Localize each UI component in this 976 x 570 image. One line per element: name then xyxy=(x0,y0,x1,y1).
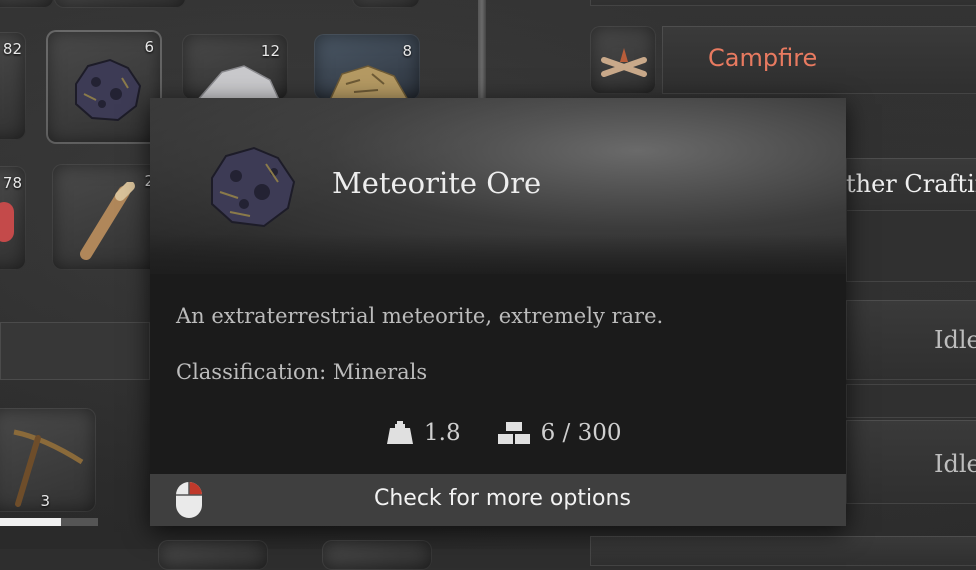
inventory-slot-partial[interactable] xyxy=(0,0,54,8)
inventory-slot-meteorite[interactable]: 6 xyxy=(46,30,162,144)
inventory-slot[interactable]: 12 xyxy=(182,34,288,102)
crafting-queue-row[interactable] xyxy=(846,210,976,282)
inventory-slot-partial[interactable] xyxy=(322,540,432,570)
meteorite-ore-icon xyxy=(211,146,296,228)
weight-icon xyxy=(387,421,413,444)
silver-ore-icon xyxy=(195,65,281,102)
item-stats: 1.8 6 / 300 xyxy=(386,420,621,446)
inventory-slot[interactable]: 2 xyxy=(52,164,162,270)
crafting-station-other[interactable]: ther Craftin xyxy=(846,158,976,212)
inventory-slot-partial[interactable] xyxy=(158,540,268,570)
inventory-divider xyxy=(0,322,150,380)
crafting-row-bottom[interactable] xyxy=(590,536,976,566)
inventory-slot[interactable]: 82 xyxy=(0,32,26,140)
sandstone-icon xyxy=(329,65,409,100)
raw-meat-icon xyxy=(0,202,14,242)
item-count: 78 xyxy=(2,174,22,192)
inventory-slot[interactable]: 8 xyxy=(314,34,420,100)
wooden-club-icon xyxy=(80,182,135,260)
item-classification: Classification: Minerals xyxy=(176,360,428,384)
other-crafting-label: ther Craftin xyxy=(846,170,976,198)
meteorite-ore-icon xyxy=(75,58,142,122)
inventory-slot-partial[interactable] xyxy=(352,0,420,8)
idle-status: Idle xyxy=(934,450,976,478)
item-weight: 1.8 xyxy=(424,420,461,446)
item-count: 8 xyxy=(402,42,412,60)
tooltip-header: Meteorite Ore xyxy=(150,98,846,274)
item-stack: 6 / 300 xyxy=(540,420,622,446)
crafting-row-top[interactable] xyxy=(590,0,976,6)
crafting-station-campfire[interactable]: Campfire xyxy=(662,26,976,94)
mouse-right-click-icon xyxy=(176,482,202,518)
tooltip-body: An extraterrestrial meteorite, extremely… xyxy=(150,274,846,474)
campfire-icon xyxy=(601,48,647,77)
idle-status: Idle xyxy=(934,326,976,354)
durability-bar xyxy=(0,518,98,526)
item-count: 82 xyxy=(2,40,22,58)
durability-bar-fill xyxy=(0,518,61,526)
inventory-slot-partial[interactable] xyxy=(54,0,186,8)
item-description: An extraterrestrial meteorite, extremely… xyxy=(176,304,664,328)
stack-icon xyxy=(497,422,530,444)
panel-divider xyxy=(478,0,486,100)
campfire-icon-slot[interactable] xyxy=(590,26,656,94)
item-count: 12 xyxy=(260,42,280,60)
crafting-queue-row[interactable]: Idle xyxy=(846,300,976,380)
campfire-label: Campfire xyxy=(708,44,818,72)
item-count: 3 xyxy=(40,492,50,510)
tooltip-footer: Check for more options xyxy=(150,474,846,526)
inventory-slot[interactable]: 78 xyxy=(0,166,26,270)
crafting-queue-row[interactable]: Idle xyxy=(846,420,976,504)
tooltip-title: Meteorite Ore xyxy=(332,166,542,200)
item-tooltip: Meteorite Ore An extraterrestrial meteor… xyxy=(150,98,846,526)
crafting-queue-row[interactable] xyxy=(846,384,976,418)
inventory-slot-pickaxe[interactable]: 3 xyxy=(0,408,96,512)
more-options-hint: Check for more options xyxy=(374,486,631,511)
